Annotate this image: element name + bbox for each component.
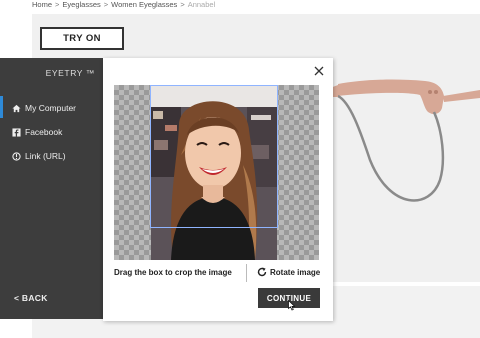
crop-hint: Drag the box to crop the image — [114, 268, 232, 277]
link-icon — [12, 151, 21, 161]
eyetry-sidebar: EYETRY ™ My Computer Facebook Link (URL) — [0, 58, 103, 319]
breadcrumb-separator: > — [55, 0, 60, 9]
back-button[interactable]: < BACK — [14, 293, 48, 303]
breadcrumb-separator: > — [103, 0, 109, 9]
rotate-icon — [257, 267, 267, 277]
crop-canvas[interactable] — [114, 85, 319, 260]
mouse-cursor-icon — [288, 300, 296, 311]
rotate-image-label: Rotate image — [270, 267, 321, 277]
breadcrumb-separator: > — [180, 0, 185, 9]
nav-item-label: Facebook — [25, 127, 63, 137]
divider — [246, 264, 247, 282]
glasses-product-image — [330, 79, 480, 202]
close-icon[interactable] — [313, 64, 325, 76]
nav-item-link-url[interactable]: Link (URL) — [0, 144, 103, 168]
try-on-button[interactable]: TRY ON — [40, 27, 124, 50]
eyetry-brand: EYETRY ™ — [45, 68, 95, 78]
nav-item-my-computer[interactable]: My Computer — [0, 96, 103, 120]
facebook-icon — [12, 127, 21, 137]
page: Home > Eyeglasses > Women Eyeglasses > Annabel… — [0, 0, 480, 338]
crop-selection-box[interactable] — [150, 85, 278, 228]
nav-item-label: Link (URL) — [25, 151, 66, 161]
breadcrumb-eyeglasses[interactable]: Eyeglasses — [62, 0, 100, 9]
crop-dialog: Drag the box to crop the image Rotate im… — [103, 58, 333, 321]
nav-item-label: My Computer — [25, 103, 77, 113]
breadcrumb-current: Annabel — [187, 0, 216, 9]
breadcrumb-home[interactable]: Home — [32, 0, 52, 9]
home-icon — [12, 104, 21, 113]
breadcrumb-women-eyeglasses[interactable]: Women Eyeglasses — [111, 0, 177, 9]
breadcrumb: Home > Eyeglasses > Women Eyeglasses > Annabel — [32, 0, 215, 9]
nav-item-facebook[interactable]: Facebook — [0, 120, 103, 144]
rotate-image-button[interactable]: Rotate image — [257, 267, 320, 277]
eyetry-source-nav: My Computer Facebook Link (URL) — [0, 96, 103, 168]
